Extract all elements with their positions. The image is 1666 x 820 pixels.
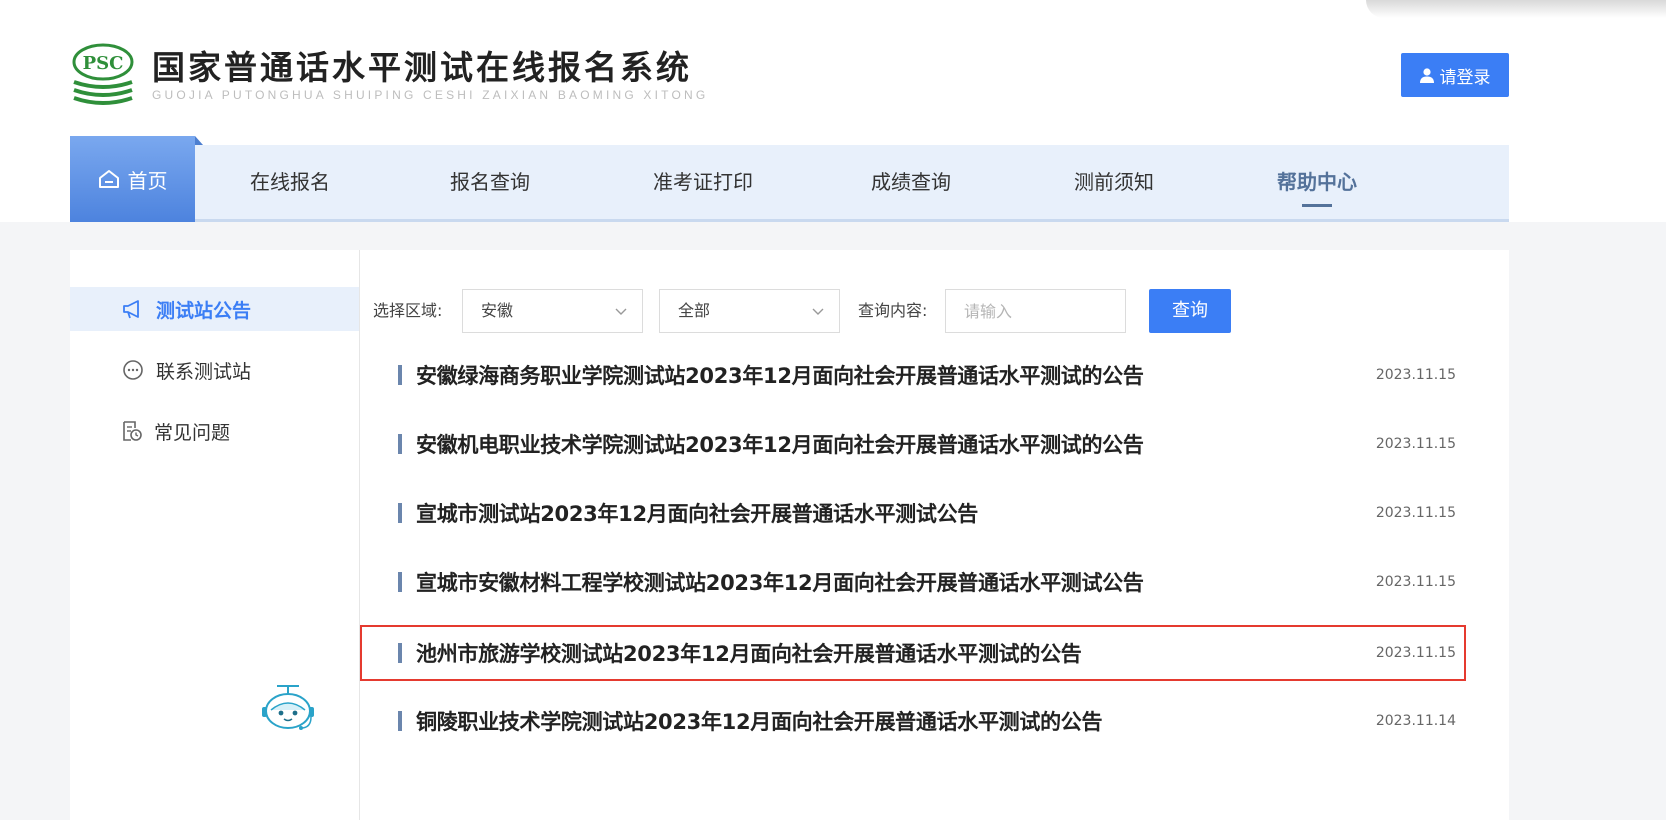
announcement-row[interactable]: 宣城市安徽材料工程学校测试站2023年12月面向社会开展普通话水平测试公告 20… — [398, 557, 1464, 607]
sidebar: 测试站公告 联系测试站 常见问题 — [70, 250, 360, 820]
query-content-label: 查询内容: — [858, 301, 928, 320]
psc-logo-icon: PSC — [70, 42, 136, 108]
chat-bubble-icon — [123, 360, 143, 380]
user-icon — [1419, 67, 1434, 83]
announcement-row[interactable]: 安徽机电职业技术学院测试站2023年12月面向社会开展普通话水平测试的公告 20… — [398, 419, 1464, 469]
category-select-value: 全部 — [678, 301, 711, 320]
site-subtitle: GUOJIA PUTONGHUA SHUIPING CESHI ZAIXIAN … — [152, 88, 709, 102]
announcement-date: 2023.11.15 — [1375, 436, 1456, 452]
row-marker — [398, 711, 402, 731]
query-button[interactable]: 查询 — [1149, 289, 1231, 333]
announcement-title[interactable]: 铜陵职业技术学院测试站2023年12月面向社会开展普通话水平测试的公告 — [416, 706, 1376, 736]
login-label: 请登录 — [1439, 67, 1491, 88]
announcement-title[interactable]: 池州市旅游学校测试站2023年12月面向社会开展普通话水平测试的公告 — [416, 638, 1376, 668]
logo-badge-text: PSC — [83, 53, 124, 74]
sidebar-item-contact[interactable]: 联系测试站 — [70, 348, 359, 392]
nav-pretest-notice[interactable]: 测前须知 — [1039, 145, 1189, 219]
site-logo[interactable]: PSC 国家普通话水平测试在线报名系统 GUOJIA PUTONGHUA SHU… — [70, 42, 708, 108]
announcement-row-highlighted[interactable]: 池州市旅游学校测试站2023年12月面向社会开展普通话水平测试的公告 2023.… — [360, 625, 1466, 681]
nav-score-query[interactable]: 成绩查询 — [836, 145, 986, 219]
category-select[interactable]: 全部 — [659, 289, 840, 333]
chevron-down-icon — [812, 308, 824, 315]
sidebar-item-announcements[interactable]: 测试站公告 — [70, 287, 359, 331]
region-select-value: 安徽 — [481, 301, 514, 320]
announcement-title[interactable]: 安徽机电职业技术学院测试站2023年12月面向社会开展普通话水平测试的公告 — [416, 429, 1376, 459]
announcement-title[interactable]: 宣城市安徽材料工程学校测试站2023年12月面向社会开展普通话水平测试公告 — [416, 567, 1376, 597]
announcement-date: 2023.11.14 — [1375, 713, 1456, 729]
region-select[interactable]: 安徽 — [462, 289, 643, 333]
main-nav: 首页 在线报名 报名查询 准考证打印 成绩查询 测前须知 帮助中心 — [70, 136, 1509, 222]
announcement-row[interactable]: 铜陵职业技术学院测试站2023年12月面向社会开展普通话水平测试的公告 2023… — [398, 696, 1464, 746]
row-marker — [398, 365, 402, 385]
announcement-title[interactable]: 宣城市测试站2023年12月面向社会开展普通话水平测试公告 — [416, 498, 1376, 528]
query-input[interactable] — [945, 289, 1126, 333]
corner-shadow — [1366, 0, 1666, 18]
row-marker — [398, 434, 402, 454]
region-label: 选择区域: — [373, 301, 443, 320]
nav-help-center[interactable]: 帮助中心 — [1242, 145, 1392, 219]
announcement-title[interactable]: 安徽绿海商务职业学院测试站2023年12月面向社会开展普通话水平测试的公告 — [416, 360, 1376, 390]
content-panel: 测试站公告 联系测试站 常见问题 选择区域: 安徽 全部 查询内容: 请输入 查… — [70, 250, 1509, 820]
login-button[interactable]: 请登录 — [1401, 53, 1509, 97]
megaphone-icon — [123, 300, 139, 319]
announcement-date: 2023.11.15 — [1375, 367, 1456, 383]
nav-home-label: 首页 — [127, 168, 168, 193]
row-marker — [398, 643, 402, 663]
sidebar-item-label: 联系测试站 — [156, 360, 252, 383]
nav-help-center-label: 帮助中心 — [1277, 170, 1357, 194]
sidebar-item-label: 常见问题 — [154, 421, 231, 444]
document-clock-icon — [123, 421, 142, 441]
nav-online-signup[interactable]: 在线报名 — [210, 145, 370, 219]
row-marker — [398, 503, 402, 523]
site-title: 国家普通话水平测试在线报名系统 — [152, 48, 692, 87]
chevron-down-icon — [615, 308, 627, 315]
sidebar-item-faq[interactable]: 常见问题 — [70, 409, 359, 453]
row-marker — [398, 572, 402, 592]
nav-admission-print[interactable]: 准考证打印 — [618, 145, 788, 219]
announcement-date: 2023.11.15 — [1375, 645, 1456, 661]
robot-assistant-icon[interactable] — [257, 682, 319, 738]
announcement-date: 2023.11.15 — [1375, 574, 1456, 590]
sidebar-item-label: 测试站公告 — [156, 299, 252, 322]
nav-home[interactable]: 首页 — [70, 136, 203, 222]
announcement-date: 2023.11.15 — [1375, 505, 1456, 521]
nav-signup-query[interactable]: 报名查询 — [415, 145, 565, 219]
home-icon — [98, 170, 119, 188]
announcement-row[interactable]: 安徽绿海商务职业学院测试站2023年12月面向社会开展普通话水平测试的公告 20… — [398, 350, 1464, 400]
nav-active-underline — [1302, 204, 1332, 207]
announcement-row[interactable]: 宣城市测试站2023年12月面向社会开展普通话水平测试公告 2023.11.15 — [398, 488, 1464, 538]
